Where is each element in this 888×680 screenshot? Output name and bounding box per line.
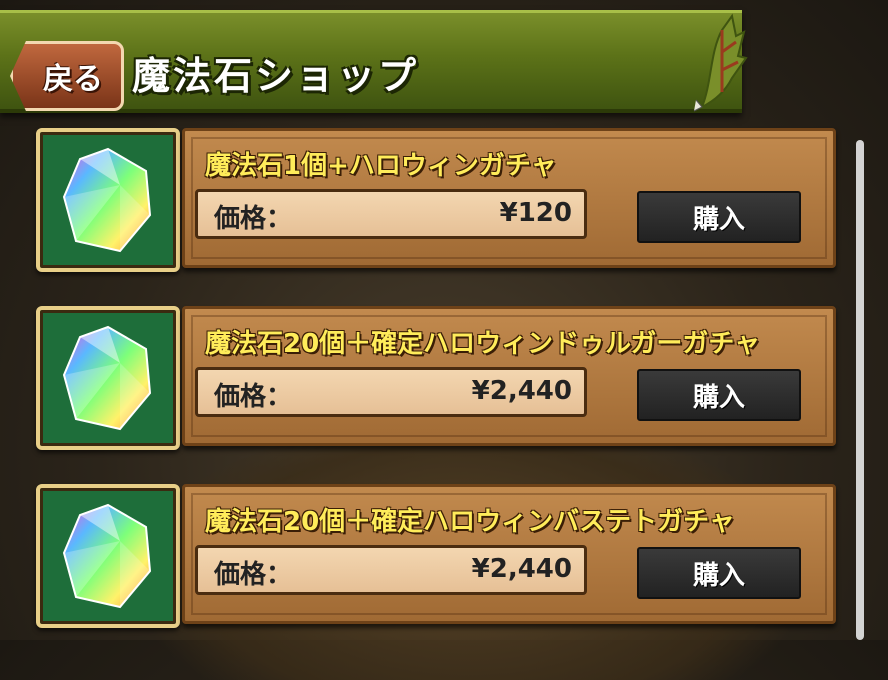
price-box: 価格： ¥120 — [195, 189, 587, 239]
back-button[interactable]: 戻る — [10, 41, 124, 111]
item-panel: 魔法石20個＋確定ハロウィンバステトガチャ 価格： ¥2,440 購入 — [182, 484, 836, 624]
dragon-wing-icon — [693, 13, 748, 112]
magic-stone-icon — [62, 147, 152, 253]
gem-frame — [36, 128, 180, 272]
magic-stone-icon — [62, 325, 152, 431]
back-button-label: 戻る — [43, 62, 103, 97]
item-panel: 魔法石1個+ハロウィンガチャ 価格： ¥120 購入 — [182, 128, 836, 268]
item-panel: 魔法石20個＋確定ハロウィンドゥルガーガチャ 価格： ¥2,440 購入 — [182, 306, 836, 446]
item-name: 魔法石1個+ハロウィンガチャ — [205, 151, 557, 181]
item-name: 魔法石20個＋確定ハロウィンバステトガチャ — [205, 507, 735, 537]
gem-frame — [36, 306, 180, 450]
shop-item-row: 魔法石20個＋確定ハロウィンバステトガチャ 価格： ¥2,440 購入 — [36, 484, 836, 628]
magic-stone-icon — [62, 503, 152, 609]
item-name: 魔法石20個＋確定ハロウィンドゥルガーガチャ — [205, 329, 761, 359]
price-box: 価格： ¥2,440 — [195, 545, 587, 595]
price-label: 価格： — [214, 382, 293, 412]
shop-item-row: 魔法石1個+ハロウィンガチャ 価格： ¥120 購入 — [36, 128, 836, 272]
shop-item-row: 魔法石20個＋確定ハロウィンドゥルガーガチャ 価格： ¥2,440 購入 — [36, 306, 836, 450]
buy-button[interactable]: 購入 — [637, 369, 801, 421]
scrollbar[interactable] — [856, 140, 864, 640]
price-value: ¥2,440 — [471, 376, 572, 406]
price-value: ¥120 — [499, 198, 572, 228]
price-value: ¥2,440 — [471, 554, 572, 584]
buy-button[interactable]: 購入 — [637, 547, 801, 599]
page-title: 魔法石ショップ — [132, 54, 420, 98]
gem-frame — [36, 484, 180, 628]
price-label: 価格： — [214, 204, 293, 234]
buy-button[interactable]: 購入 — [637, 191, 801, 243]
price-label: 価格： — [214, 560, 293, 590]
header-bar: 戻る 魔法石ショップ — [0, 10, 742, 113]
price-box: 価格： ¥2,440 — [195, 367, 587, 417]
